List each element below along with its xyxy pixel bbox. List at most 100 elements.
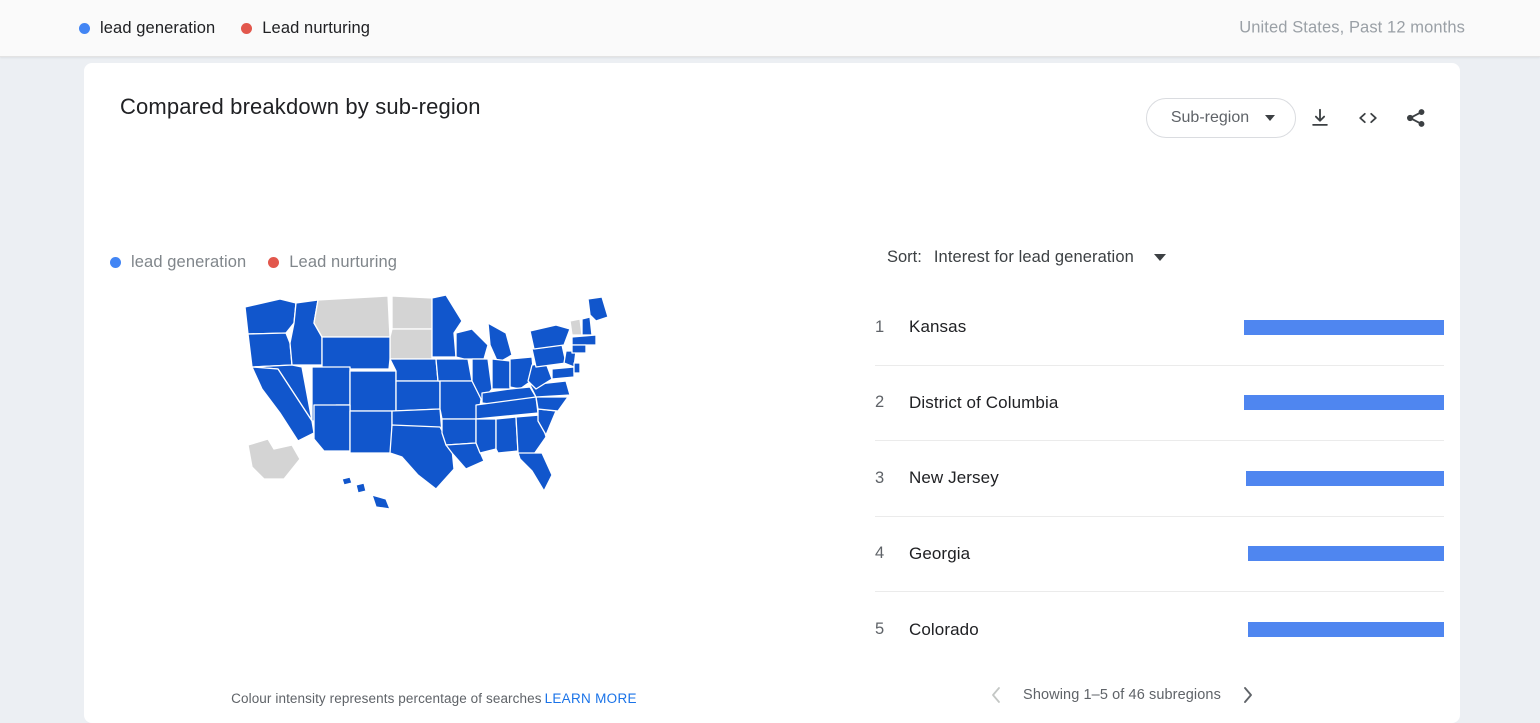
state-oregon [248,333,292,367]
sub-region-select-label: Sub-region [1171,109,1249,127]
table-row[interactable]: 4 Georgia [875,517,1444,593]
state-mississippi [476,419,496,453]
legend-item-lead-generation[interactable]: lead generation [79,19,215,38]
download-button[interactable] [1296,96,1344,140]
red-dot-icon [241,23,252,34]
embed-code-icon [1356,107,1380,129]
page-title: Compared breakdown by sub-region [120,94,481,120]
choropleth-map[interactable] [84,293,784,623]
interest-bar-cell [1244,622,1444,637]
list-pager: Showing 1–5 of 46 subregions [784,685,1460,705]
rank-number: 2 [875,393,909,412]
map-footnote: Colour intensity represents percentage o… [84,691,784,706]
state-massachusetts [572,335,596,345]
interest-bar-cell [1244,471,1444,486]
sub-region-select[interactable]: Sub-region [1146,98,1296,138]
embed-button[interactable] [1344,96,1392,140]
subregion-name: Kansas [909,317,1244,337]
map-legend-item-lead-generation[interactable]: lead generation [110,253,246,272]
state-arkansas [442,419,476,445]
pager-status-text: Showing 1–5 of 46 subregions [1023,687,1221,703]
interest-bar [1244,320,1444,335]
interest-bar-cell [1244,546,1444,561]
blue-dot-icon [110,257,121,268]
state-iowa [436,359,472,381]
legend-label: Lead nurturing [262,19,370,38]
rank-number: 3 [875,469,909,488]
state-nebraska [390,359,438,381]
card-header: Compared breakdown by sub-region Sub-reg… [84,63,1460,163]
state-maryland [552,367,574,379]
subregion-name: New Jersey [909,468,1244,488]
breakdown-card: Compared breakdown by sub-region Sub-reg… [84,63,1460,723]
state-wyoming [322,337,390,369]
state-connecticut [572,345,586,353]
interest-bar-cell [1244,395,1444,410]
query-scope-text: United States, Past 12 months [1239,19,1465,38]
state-michigan [488,323,512,363]
chevron-left-icon[interactable] [989,685,1003,705]
interest-bar [1248,546,1444,561]
red-dot-icon [268,257,279,268]
chevron-down-icon [1265,115,1275,121]
chevron-right-icon[interactable] [1241,685,1255,705]
state-maine [588,297,608,321]
interest-bar [1246,471,1444,486]
state-new-hampshire [582,317,592,335]
state-north-dakota [392,296,432,329]
state-washington [245,299,296,334]
state-new-mexico [350,411,392,453]
state-indiana [492,359,510,389]
state-vermont [570,319,582,335]
state-south-dakota [390,329,432,359]
map-pane: lead generation Lead nurturing [84,163,784,723]
ranked-list-pane: Sort: Interest for lead generation 1 Kan… [784,163,1460,723]
subregion-name: Colorado [909,620,1244,640]
subregion-name: Georgia [909,544,1244,564]
card-toolbar: Sub-region [1146,96,1440,140]
legend-label: lead generation [100,19,215,38]
subregion-rank-list: 1 Kansas 2 District of Columbia 3 New Je… [875,290,1444,668]
chevron-down-icon [1154,254,1166,261]
state-montana [314,296,390,337]
topbar-legend: lead generation Lead nurturing [79,19,370,38]
state-new-york [530,325,570,349]
state-alabama [496,417,518,453]
state-north-carolina [536,397,568,411]
blue-dot-icon [79,23,90,34]
top-summary-bar: lead generation Lead nurturing United St… [0,0,1540,57]
sort-label: Sort: [887,248,922,267]
sort-control[interactable]: Sort: Interest for lead generation [887,248,1166,267]
share-icon [1405,107,1427,129]
legend-item-lead-nurturing[interactable]: Lead nurturing [241,19,370,38]
map-legend-item-lead-nurturing[interactable]: Lead nurturing [268,253,397,272]
map-footnote-text: Colour intensity represents percentage o… [231,691,541,706]
state-kansas [396,381,440,411]
sort-selected-value: Interest for lead generation [934,248,1134,267]
legend-label: lead generation [131,253,246,272]
download-icon [1309,107,1331,129]
state-delaware [574,363,580,373]
rank-number: 5 [875,620,909,639]
subregion-name: District of Columbia [909,393,1244,413]
state-alaska [248,439,300,479]
state-hawaii [342,477,390,509]
interest-bar [1244,395,1444,410]
learn-more-link[interactable]: LEARN MORE [545,691,637,706]
table-row[interactable]: 1 Kansas [875,290,1444,366]
table-row[interactable]: 2 District of Columbia [875,366,1444,442]
legend-label: Lead nurturing [289,253,397,272]
rank-number: 4 [875,544,909,563]
table-row[interactable]: 5 Colorado [875,592,1444,668]
state-arizona [314,405,350,451]
state-wisconsin [456,329,488,359]
table-row[interactable]: 3 New Jersey [875,441,1444,517]
interest-bar [1248,622,1444,637]
rank-number: 1 [875,318,909,337]
state-colorado [350,371,396,411]
map-legend: lead generation Lead nurturing [110,253,397,272]
card-body: lead generation Lead nurturing [84,163,1460,723]
us-states-map-svg [240,293,628,525]
share-button[interactable] [1392,96,1440,140]
state-florida [518,453,552,491]
